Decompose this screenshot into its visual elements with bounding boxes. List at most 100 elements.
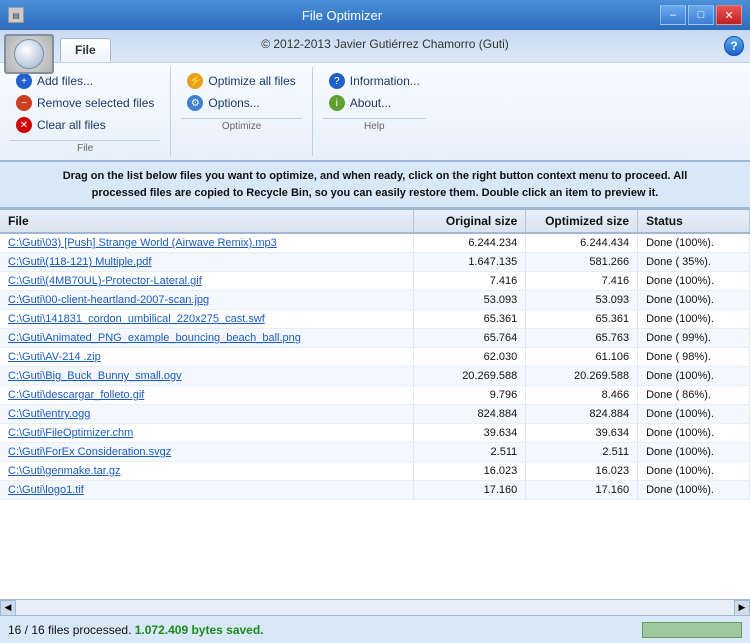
file-link[interactable]: C:\Guti\ForEx Consideration.svgz xyxy=(8,446,171,458)
file-list-area: File Original size Optimized size Status… xyxy=(0,209,750,615)
options-button[interactable]: ⚙ Options... xyxy=(181,93,301,113)
status-text: 16 / 16 files processed. 1.072.409 bytes… xyxy=(8,623,264,637)
window-title: File Optimizer xyxy=(24,8,660,23)
original-size: 65.764 xyxy=(414,329,526,348)
optimized-size: 17.160 xyxy=(526,481,638,500)
remove-selected-button[interactable]: − Remove selected files xyxy=(10,93,160,113)
file-link[interactable]: C:\Guti\141831_cordon_umbilical_220x275_… xyxy=(8,313,265,325)
close-button[interactable]: ✕ xyxy=(716,5,742,25)
remove-selected-icon: − xyxy=(16,95,32,111)
app-icon: ▤ xyxy=(8,7,24,23)
clear-all-button[interactable]: ✕ Clear all files xyxy=(10,115,160,135)
optimized-size: 824.884 xyxy=(526,405,638,424)
file-status: Done ( 99%). xyxy=(638,329,750,348)
file-status: Done (100%). xyxy=(638,462,750,481)
file-status: Done ( 98%). xyxy=(638,348,750,367)
table-row[interactable]: C:\Guti\Big_Buck_Bunny_small.ogv 20.269.5… xyxy=(0,367,750,386)
table-wrapper[interactable]: File Original size Optimized size Status… xyxy=(0,210,750,599)
ribbon-container: © 2012-2013 Javier Gutiérrez Chamorro (G… xyxy=(0,30,750,161)
optimized-size: 8.466 xyxy=(526,386,638,405)
ribbon-group-optimize: ⚡ Optimize all files ⚙ Options... Optimi… xyxy=(171,67,312,156)
minimize-button[interactable]: – xyxy=(660,5,686,25)
table-row[interactable]: C:\Guti\00-client-heartland-2007-scan.jp… xyxy=(0,291,750,310)
table-row[interactable]: C:\Guti\(4MB70UL)-Protector-Lateral.gif 7… xyxy=(0,272,750,291)
information-button[interactable]: ? Information... xyxy=(323,71,426,91)
file-status: Done (100%). xyxy=(638,233,750,253)
file-link[interactable]: C:\Guti\Big_Buck_Bunny_small.ogv xyxy=(8,370,182,382)
file-link[interactable]: C:\Guti\Animated_PNG_example_bouncing_be… xyxy=(8,332,301,344)
files-processed-text: 16 / 16 files processed. xyxy=(8,623,131,637)
file-link[interactable]: C:\Guti\FileOptimizer.chm xyxy=(8,427,133,439)
optimize-all-button[interactable]: ⚡ Optimize all files xyxy=(181,71,301,91)
original-size: 824.884 xyxy=(414,405,526,424)
file-link[interactable]: C:\Guti\00-client-heartland-2007-scan.jp… xyxy=(8,294,209,306)
optimize-all-icon: ⚡ xyxy=(187,73,203,89)
table-row[interactable]: C:\Guti\genmake.tar.gz16.02316.023Done (… xyxy=(0,462,750,481)
optimized-size: 581.266 xyxy=(526,253,638,272)
table-row[interactable]: C:\Guti\entry.ogg824.884824.884Done (100… xyxy=(0,405,750,424)
file-link[interactable]: C:\Guti\genmake.tar.gz xyxy=(8,465,121,477)
original-size: 62.030 xyxy=(414,348,526,367)
title-center: File Optimizer xyxy=(24,8,660,23)
file-status: Done (100%). xyxy=(638,291,750,310)
original-size: 9.796 xyxy=(414,386,526,405)
optimized-size: 20.269.588 xyxy=(526,367,638,386)
app-logo-inner xyxy=(14,39,44,69)
original-size: 17.160 xyxy=(414,481,526,500)
file-link[interactable]: C:\Guti\logo1.tif xyxy=(8,484,84,496)
horizontal-scrollbar[interactable]: ◀ ▶ xyxy=(0,599,750,615)
table-row[interactable]: C:\Guti\logo1.tif17.16017.160Done (100%)… xyxy=(0,481,750,500)
original-size: 53.093 xyxy=(414,291,526,310)
file-table: File Original size Optimized size Status… xyxy=(0,210,750,500)
table-row[interactable]: C:\Guti\Animated_PNG_example_bouncing_be… xyxy=(0,329,750,348)
maximize-button[interactable]: □ xyxy=(688,5,714,25)
help-button[interactable]: ? xyxy=(724,36,744,56)
table-row[interactable]: C:\Guti\(118-121) Multiple.pdf1.647.1355… xyxy=(0,253,750,272)
ribbon-group-file: + Add files... − Remove selected files ✕… xyxy=(0,67,171,156)
progress-bar xyxy=(642,622,742,638)
file-link[interactable]: C:\Guti\entry.ogg xyxy=(8,408,90,420)
file-status: Done (100%). xyxy=(638,405,750,424)
window-controls: – □ ✕ xyxy=(660,5,742,25)
optimized-size: 16.023 xyxy=(526,462,638,481)
file-link[interactable]: C:\Guti\03) [Push] Strange World (Airwav… xyxy=(8,237,277,249)
column-status: Status xyxy=(638,210,750,233)
scroll-right-button[interactable]: ▶ xyxy=(734,600,750,616)
table-row[interactable]: C:\Guti\FileOptimizer.chm39.63439.634Don… xyxy=(0,424,750,443)
add-files-button[interactable]: + Add files... xyxy=(10,71,160,91)
table-row[interactable]: C:\Guti\AV-214 .zip62.03061.106Done ( 98… xyxy=(0,348,750,367)
original-size: 6.244.234 xyxy=(414,233,526,253)
scroll-track[interactable] xyxy=(16,600,734,615)
help-group-label: Help xyxy=(323,118,426,132)
info-bar: Drag on the list below files you want to… xyxy=(0,161,750,209)
scroll-left-button[interactable]: ◀ xyxy=(0,600,16,616)
table-header: File Original size Optimized size Status xyxy=(0,210,750,233)
file-link[interactable]: C:\Guti\descargar_folleto.gif xyxy=(8,389,144,401)
file-link[interactable]: C:\Guti\AV-214 .zip xyxy=(8,351,101,363)
file-status: Done (100%). xyxy=(638,310,750,329)
file-status: Done ( 35%). xyxy=(638,253,750,272)
file-link[interactable]: C:\Guti\(4MB70UL)-Protector-Lateral.gif xyxy=(8,275,202,287)
about-button[interactable]: i About... xyxy=(323,93,426,113)
table-row[interactable]: C:\Guti\descargar_folleto.gif9.7968.466D… xyxy=(0,386,750,405)
table-body: C:\Guti\03) [Push] Strange World (Airwav… xyxy=(0,233,750,500)
file-group-label: File xyxy=(10,140,160,154)
tab-row: © 2012-2013 Javier Gutiérrez Chamorro (G… xyxy=(0,30,750,62)
file-link[interactable]: C:\Guti\(118-121) Multiple.pdf xyxy=(8,256,151,268)
optimized-size: 53.093 xyxy=(526,291,638,310)
optimized-size: 65.361 xyxy=(526,310,638,329)
about-icon: i xyxy=(329,95,345,111)
original-size: 20.269.588 xyxy=(414,367,526,386)
table-row[interactable]: C:\Guti\ForEx Consideration.svgz2.5112.5… xyxy=(0,443,750,462)
file-status: Done (100%). xyxy=(638,443,750,462)
clear-all-icon: ✕ xyxy=(16,117,32,133)
table-row[interactable]: C:\Guti\141831_cordon_umbilical_220x275_… xyxy=(0,310,750,329)
optimized-size: 7.416 xyxy=(526,272,638,291)
file-status: Done (100%). xyxy=(638,272,750,291)
column-optimized: Optimized size xyxy=(526,210,638,233)
table-row[interactable]: C:\Guti\03) [Push] Strange World (Airwav… xyxy=(0,233,750,253)
bytes-saved-text: 1.072.409 bytes saved. xyxy=(135,623,264,637)
original-size: 65.361 xyxy=(414,310,526,329)
add-files-icon: + xyxy=(16,73,32,89)
ribbon-group-help: ? Information... i About... Help xyxy=(313,67,436,156)
